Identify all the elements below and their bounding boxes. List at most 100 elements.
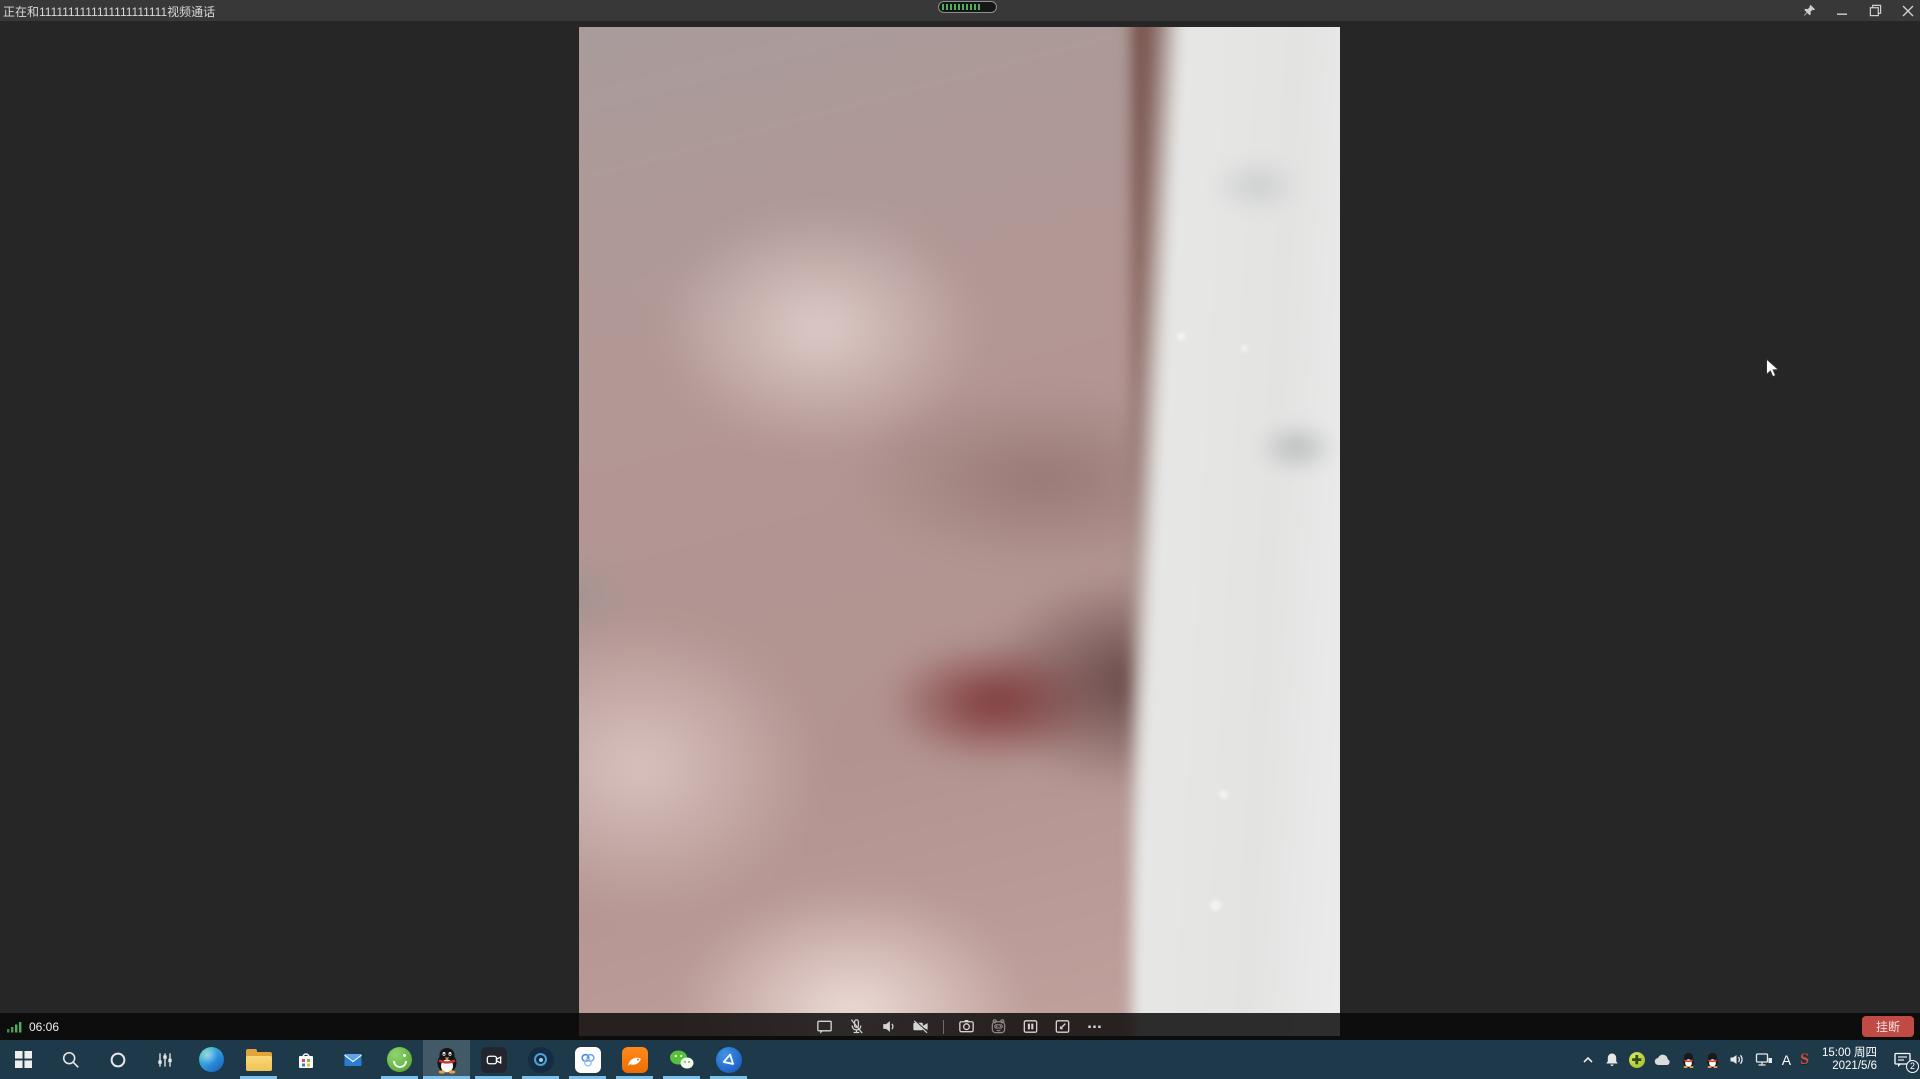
- camera-off-button[interactable]: [911, 1017, 930, 1036]
- video-droplet: [1219, 790, 1228, 799]
- blue-app-icon: [716, 1047, 742, 1073]
- minimize-button[interactable]: [1835, 4, 1849, 18]
- close-button[interactable]: [1901, 4, 1915, 18]
- camera-app-icon: [481, 1047, 507, 1073]
- ime-indicator[interactable]: A: [1782, 1052, 1791, 1068]
- mouse-cursor: [1765, 358, 1783, 385]
- taskbar-item-file-explorer[interactable]: [235, 1040, 282, 1079]
- face-effects-icon: [989, 1017, 1008, 1036]
- store-icon: [294, 1048, 318, 1072]
- notification-bell[interactable]: [1604, 1052, 1620, 1068]
- restore-button[interactable]: [1868, 4, 1882, 18]
- window-titlebar: 正在和1111111111111111111111视频通话: [0, 0, 1920, 21]
- network-tray[interactable]: [1755, 1052, 1773, 1067]
- system-tray: ✚ A S 15:00 周四 2021/5/6: [1581, 1040, 1920, 1079]
- qq-tray-icon: [1681, 1052, 1696, 1068]
- taskbar-item-wechat[interactable]: [658, 1040, 705, 1079]
- network-quality-indicator: [938, 1, 997, 13]
- volume-tray[interactable]: [1729, 1052, 1746, 1067]
- clock-date: 2021/5/6: [1822, 1060, 1877, 1073]
- start-button[interactable]: [0, 1040, 47, 1079]
- file-explorer-icon: [246, 1052, 272, 1071]
- taskbar-apps: [0, 1040, 752, 1079]
- cloud-icon: [1654, 1053, 1672, 1067]
- taskbar-item-douyu[interactable]: [611, 1040, 658, 1079]
- video-droplet: [1177, 332, 1186, 341]
- speaker-button[interactable]: [879, 1017, 898, 1036]
- more-button[interactable]: [1085, 1017, 1104, 1036]
- call-toolbar: [579, 1013, 1340, 1040]
- cloud-tray[interactable]: [1654, 1053, 1672, 1067]
- clock-time: 15:00 周四: [1822, 1047, 1877, 1060]
- edge-icon: [199, 1047, 224, 1072]
- pause-pip-icon: [1021, 1017, 1040, 1036]
- cloud-app-icon: [575, 1047, 601, 1073]
- call-control-bar: 06:06: [0, 1013, 1920, 1040]
- task-view-button[interactable]: [141, 1040, 188, 1079]
- chevron-up-icon: [1581, 1053, 1595, 1067]
- call-timer: 06:06: [7, 1013, 59, 1040]
- search-icon: [61, 1050, 81, 1070]
- desktop: 正在和1111111111111111111111视频通话: [0, 0, 1920, 1079]
- green-plus-tray[interactable]: ✚: [1629, 1052, 1645, 1068]
- taskbar-search-button[interactable]: [47, 1040, 94, 1079]
- green-plus-icon: ✚: [1629, 1052, 1645, 1068]
- taskbar-item-green-app[interactable]: [376, 1040, 423, 1079]
- taskbar-item-mail[interactable]: [329, 1040, 376, 1079]
- volume-icon: [1729, 1052, 1746, 1067]
- pause-pip-button[interactable]: [1021, 1017, 1040, 1036]
- cortana-icon: [108, 1050, 128, 1070]
- wechat-icon: [668, 1048, 695, 1072]
- hidden-icons-chevron[interactable]: [1581, 1053, 1595, 1067]
- microphone-mute-button[interactable]: [847, 1017, 866, 1036]
- annotate-icon: [1053, 1017, 1072, 1036]
- more-icon: [1085, 1017, 1104, 1036]
- windows-start-icon: [15, 1051, 32, 1068]
- microphone-muted-icon: [847, 1017, 866, 1036]
- taskbar-item-edge[interactable]: [188, 1040, 235, 1079]
- video-fabric-area: [1132, 27, 1340, 1036]
- taskbar-item-camera-app[interactable]: [470, 1040, 517, 1079]
- call-duration: 06:06: [29, 1020, 59, 1034]
- action-center-button[interactable]: 2: [1890, 1047, 1916, 1073]
- annotate-button[interactable]: [1053, 1017, 1072, 1036]
- task-view-icon: [155, 1050, 175, 1070]
- taskbar-item-qq[interactable]: [423, 1040, 470, 1079]
- cursor-arrow-icon: [1765, 358, 1783, 380]
- cortana-button[interactable]: [94, 1040, 141, 1079]
- video-droplet: [1210, 900, 1221, 911]
- taskbar-item-player-app[interactable]: [517, 1040, 564, 1079]
- taskbar-item-cloud-app[interactable]: [564, 1040, 611, 1079]
- mail-icon: [341, 1048, 365, 1072]
- notification-badge: 2: [1906, 1060, 1919, 1073]
- taskbar-clock[interactable]: 15:00 周四 2021/5/6: [1818, 1047, 1881, 1073]
- chat-icon: [815, 1017, 834, 1036]
- chat-button[interactable]: [815, 1017, 834, 1036]
- taskbar: ✚ A S 15:00 周四 2021/5/6: [0, 1040, 1920, 1079]
- qq-penguin-icon: [434, 1046, 460, 1074]
- screenshot-button[interactable]: [957, 1017, 976, 1036]
- window-title: 正在和1111111111111111111111视频通话: [3, 3, 215, 20]
- taskbar-item-blue-app[interactable]: [705, 1040, 752, 1079]
- network-quality-bars: [942, 4, 982, 10]
- sogou-input-icon[interactable]: S: [1800, 1051, 1809, 1069]
- qq-tray[interactable]: [1681, 1052, 1696, 1068]
- toolbar-divider: [943, 1020, 944, 1034]
- close-icon: [1902, 5, 1914, 17]
- video-droplet: [1241, 345, 1248, 352]
- pin-icon: [1803, 4, 1816, 17]
- face-effects-button[interactable]: [989, 1017, 1008, 1036]
- qq-tray-2[interactable]: [1705, 1052, 1720, 1068]
- minimize-icon: [1836, 5, 1848, 17]
- window-controls: [1802, 0, 1915, 21]
- ethernet-icon: [1755, 1052, 1773, 1067]
- pin-button[interactable]: [1802, 4, 1816, 18]
- restore-icon: [1869, 4, 1882, 17]
- taskbar-item-store[interactable]: [282, 1040, 329, 1079]
- screenshot-icon: [957, 1017, 976, 1036]
- hangup-button[interactable]: 挂断: [1862, 1016, 1914, 1037]
- green-app-icon: [387, 1047, 412, 1072]
- speaker-icon: [879, 1017, 898, 1036]
- qq-tray-icon: [1705, 1052, 1720, 1068]
- player-app-icon: [528, 1047, 554, 1073]
